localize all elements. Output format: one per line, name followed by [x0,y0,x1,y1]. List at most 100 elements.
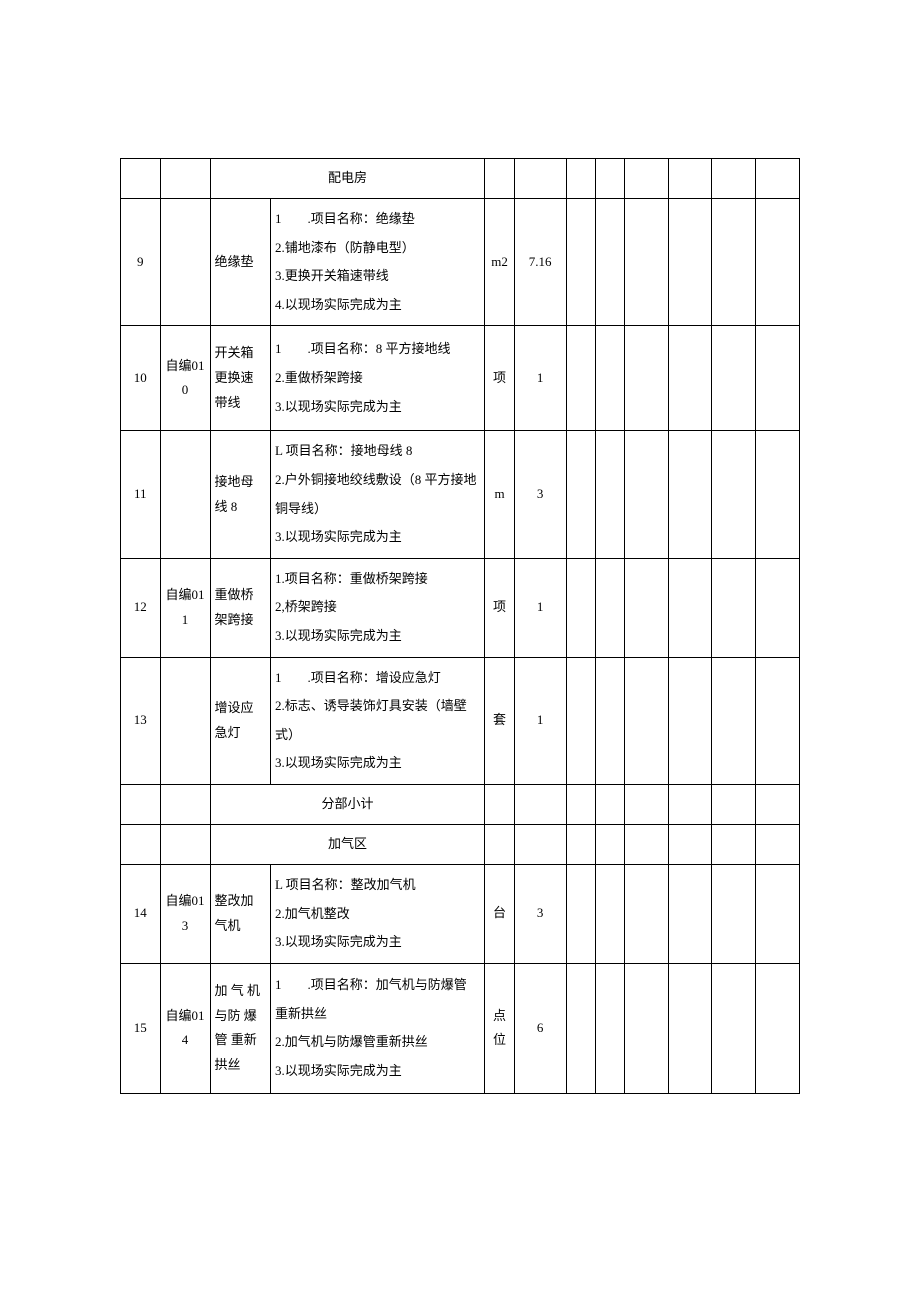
section-row: 配电房 [121,159,800,199]
cell-blank [566,159,595,199]
cell-blank [625,864,669,963]
cell-name: 接地母线 8 [210,431,270,558]
section-title: 加气区 [210,824,485,864]
cell-name: 重做桥架跨接 [210,558,270,657]
cell-code [160,657,210,784]
cell-blank [756,558,800,657]
cell-blank [485,159,514,199]
cell-name: 整改加气机 [210,864,270,963]
cell-blank [756,657,800,784]
cell-blank [595,963,624,1093]
cell-blank [595,326,624,431]
cell-unit: 项 [485,326,514,431]
cell-blank [566,864,595,963]
cell-unit: 台 [485,864,514,963]
cell-blank [668,199,712,326]
cell-unit: m2 [485,199,514,326]
cell-blank [712,326,756,431]
cell-blank [566,963,595,1093]
table-row: 14 自编013 整改加气机 L 项目名称：整改加气机2.加气机整改3.以现场实… [121,864,800,963]
table-row: 11 接地母线 8 L 项目名称：接地母线 82.户外铜接地绞线敷设（8 平方接… [121,431,800,558]
cell-qty: 1 [514,558,566,657]
cell-blank [756,824,800,864]
cell-blank [668,558,712,657]
cell-blank [566,824,595,864]
cell-name: 开关箱更换速带线 [210,326,270,431]
cell-blank [595,784,624,824]
cell-index: 11 [121,431,161,558]
cell-blank [566,558,595,657]
cell-blank [566,784,595,824]
table-row: 12 自编011 重做桥架跨接 1.项目名称：重做桥架跨接2,桥架跨接3.以现场… [121,558,800,657]
table-row: 15 自编014 加 气 机 与防 爆 管 重新拱丝 1 .项目名称：加气机与防… [121,963,800,1093]
cell-blank [668,864,712,963]
cell-blank [566,326,595,431]
cell-unit: m [485,431,514,558]
cell-blank [160,824,210,864]
cell-index: 13 [121,657,161,784]
cell-blank [712,431,756,558]
cell-unit: 点位 [485,963,514,1093]
table-row: 10 自编010 开关箱更换速带线 1 .项目名称：8 平方接地线2.重做桥架跨… [121,326,800,431]
cell-code: 自编013 [160,864,210,963]
cell-qty: 1 [514,657,566,784]
cell-blank [712,159,756,199]
cell-blank [712,558,756,657]
cell-blank [712,199,756,326]
section-row: 分部小计 [121,784,800,824]
cell-blank [668,159,712,199]
cell-index: 15 [121,963,161,1093]
cell-qty: 1 [514,326,566,431]
cell-blank [595,431,624,558]
cell-blank [712,963,756,1093]
cell-name: 绝缘垫 [210,199,270,326]
cell-blank [595,199,624,326]
cell-desc: 1 .项目名称：绝缘垫2.铺地漆布（防静电型）3.更换开关箱速带线4.以现场实际… [270,199,485,326]
cell-blank [712,824,756,864]
cell-blank [712,864,756,963]
cell-name: 加 气 机 与防 爆 管 重新拱丝 [210,963,270,1093]
cell-blank [668,657,712,784]
cell-desc: L 项目名称：接地母线 82.户外铜接地绞线敷设（8 平方接地铜导线）3.以现场… [270,431,485,558]
cell-unit: 套 [485,657,514,784]
cell-qty: 3 [514,431,566,558]
cell-blank [514,824,566,864]
cell-desc: 1 .项目名称：8 平方接地线2.重做桥架跨接3.以现场实际完成为主 [270,326,485,431]
cell-blank [566,199,595,326]
cell-blank [485,824,514,864]
cell-index: 10 [121,326,161,431]
table-row: 9 绝缘垫 1 .项目名称：绝缘垫2.铺地漆布（防静电型）3.更换开关箱速带线4… [121,199,800,326]
cell-blank [160,159,210,199]
cell-code: 自编010 [160,326,210,431]
cell-blank [160,784,210,824]
cell-desc: 1 .项目名称：加气机与防爆管重新拱丝2.加气机与防爆管重新拱丝3.以现场实际完… [270,963,485,1093]
cell-index: 9 [121,199,161,326]
cell-blank [595,657,624,784]
cell-blank [625,326,669,431]
cell-blank [625,558,669,657]
cell-qty: 3 [514,864,566,963]
cell-qty: 7.16 [514,199,566,326]
cell-blank [514,159,566,199]
cell-blank [121,784,161,824]
section-row: 加气区 [121,824,800,864]
cell-blank [668,963,712,1093]
cell-blank [625,199,669,326]
cell-blank [668,824,712,864]
cell-blank [712,657,756,784]
cell-blank [625,431,669,558]
cell-blank [668,431,712,558]
cell-blank [668,326,712,431]
cell-blank [712,784,756,824]
cell-blank [485,784,514,824]
cell-code: 自编011 [160,558,210,657]
cell-blank [595,159,624,199]
cell-blank [121,159,161,199]
cell-blank [756,963,800,1093]
cell-blank [595,558,624,657]
cell-blank [625,657,669,784]
cell-blank [756,784,800,824]
cell-blank [625,784,669,824]
cell-blank [566,431,595,558]
table-row: 13 增设应急灯 1 .项目名称：增设应急灯2.标志、诱导装饰灯具安装（墙壁式）… [121,657,800,784]
